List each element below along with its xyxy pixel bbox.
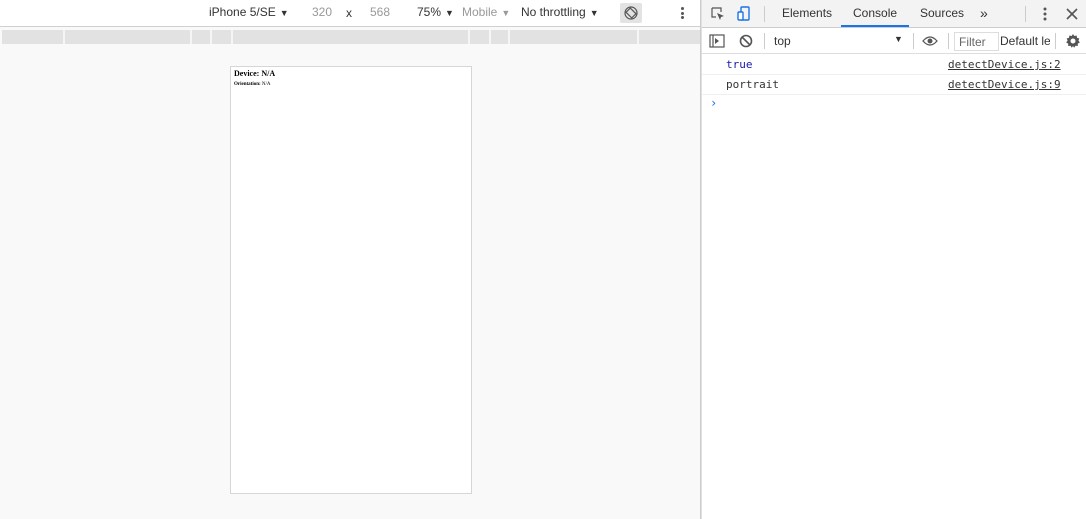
chevron-down-icon: ▼: [589, 8, 599, 18]
tab-sources[interactable]: Sources: [908, 0, 976, 27]
device-select[interactable]: iPhone 5/SE ▼: [209, 5, 289, 19]
sidebar-toggle-icon[interactable]: [707, 31, 727, 51]
width-input[interactable]: 320: [312, 5, 332, 19]
orientation-line: Orientation: N/A: [234, 81, 468, 89]
devtools-menu-icon[interactable]: [1035, 4, 1055, 24]
more-tabs-icon[interactable]: »: [968, 0, 1000, 27]
rotate-icon: [624, 6, 638, 20]
height-input[interactable]: 568: [370, 5, 390, 19]
context-select[interactable]: top: [774, 34, 791, 48]
zoom-select[interactable]: 75% ▼: [417, 5, 454, 19]
console-message: portrait detectDevice.js:9: [702, 75, 1086, 95]
device-type-select[interactable]: Mobile ▼: [462, 5, 510, 19]
log-source-link[interactable]: detectDevice.js:9: [948, 78, 1061, 91]
gear-icon[interactable]: [1063, 31, 1083, 51]
device-emulation-panel: iPhone 5/SE ▼ 320 x 568 75% ▼ Mobile ▼ No t…: [0, 0, 700, 519]
log-message: portrait: [726, 78, 779, 91]
chevron-down-icon: ▼: [279, 8, 289, 18]
orientation-label: Orientation:: [234, 82, 261, 87]
devtools-panel: Elements Console Sources » top ▼ Filter …: [702, 0, 1086, 519]
log-source-link[interactable]: detectDevice.js:2: [948, 58, 1061, 71]
device-type-label: Mobile: [462, 5, 498, 19]
tab-elements[interactable]: Elements: [770, 0, 844, 27]
zoom-select-label: 75%: [417, 5, 442, 19]
throttling-label: No throttling: [521, 5, 586, 19]
throttling-select[interactable]: No throttling ▼: [521, 5, 599, 19]
device-toggle-icon[interactable]: [734, 4, 754, 24]
orientation-value: N/A: [261, 82, 271, 87]
device-select-label: iPhone 5/SE: [209, 5, 276, 19]
dimension-separator: x: [346, 6, 352, 20]
console-message: true detectDevice.js:2: [702, 55, 1086, 75]
console-toolbar: top ▼ Filter Default le: [702, 28, 1086, 54]
more-options-icon[interactable]: [678, 5, 686, 21]
clear-console-icon[interactable]: [736, 31, 756, 51]
log-levels-select[interactable]: Default le: [1000, 34, 1050, 48]
chevron-down-icon[interactable]: ▼: [894, 34, 903, 44]
chevron-down-icon: ▼: [445, 8, 454, 18]
filter-input[interactable]: Filter: [954, 32, 999, 51]
device-viewport: Device: N/A Orientation: N/A: [230, 66, 472, 494]
log-message: true: [726, 58, 753, 71]
console-prompt[interactable]: ›: [710, 96, 717, 110]
close-icon[interactable]: [1062, 4, 1082, 24]
chevron-down-icon: ▼: [501, 8, 511, 18]
devtools-tabbar: Elements Console Sources »: [702, 0, 1086, 28]
device-toolbar: iPhone 5/SE ▼ 320 x 568 75% ▼ Mobile ▼ No t…: [0, 0, 700, 27]
device-label: Device: N/A: [234, 69, 276, 78]
rotate-button[interactable]: [620, 3, 642, 23]
live-expression-icon[interactable]: [920, 31, 940, 51]
tab-console[interactable]: Console: [841, 0, 910, 27]
inspect-element-icon[interactable]: [708, 4, 728, 24]
media-query-ruler[interactable]: [2, 30, 700, 44]
